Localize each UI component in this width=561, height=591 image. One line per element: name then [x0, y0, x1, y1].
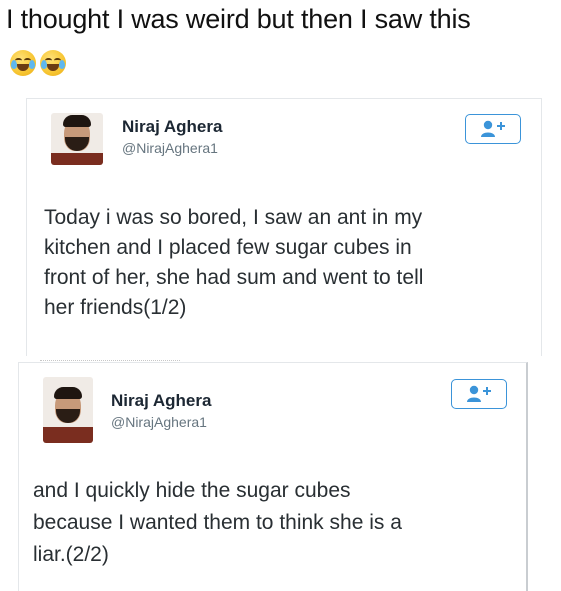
- tweet-text-line: front of her, she had sum and went to te…: [44, 266, 424, 289]
- follow-button[interactable]: [465, 114, 521, 144]
- author-name[interactable]: Niraj Aghera: [111, 391, 211, 411]
- meme-caption: I thought I was weird but then I saw thi…: [6, 4, 471, 34]
- author-handle[interactable]: @NirajAghera1: [111, 414, 207, 430]
- tweet-text-line: liar.(2/2): [33, 543, 109, 566]
- tweet-text-line: Today i was so bored, I saw an ant in my: [44, 206, 423, 229]
- face-with-tears-of-joy-icon: [40, 50, 66, 76]
- tweet-text: and I quickly hide the sugar cubes becau…: [33, 475, 402, 571]
- caption-emoji-row: [10, 50, 66, 76]
- tweet-card-2: Niraj Aghera @NirajAghera1 and I quickly…: [18, 362, 528, 591]
- author-name[interactable]: Niraj Aghera: [122, 117, 222, 137]
- avatar[interactable]: [51, 113, 103, 165]
- avatar[interactable]: [43, 377, 93, 443]
- tweet-card-1: Niraj Aghera @NirajAghera1 Today i was s…: [26, 98, 542, 356]
- follow-button[interactable]: [451, 379, 507, 409]
- face-with-tears-of-joy-icon: [10, 50, 36, 76]
- tweet-text-line: and I quickly hide the sugar cubes: [33, 479, 351, 502]
- tweet-text: Today i was so bored, I saw an ant in my…: [44, 203, 423, 323]
- tweet-text-line: her friends(1/2): [44, 296, 187, 319]
- follow-user-plus-icon: [481, 120, 505, 137]
- follow-user-plus-icon: [467, 385, 491, 402]
- author-handle[interactable]: @NirajAghera1: [122, 140, 218, 156]
- tweet-text-line: kitchen and I placed few sugar cubes in: [44, 236, 412, 259]
- divider: [40, 360, 180, 361]
- tweet-text-line: because I wanted them to think she is a: [33, 511, 402, 534]
